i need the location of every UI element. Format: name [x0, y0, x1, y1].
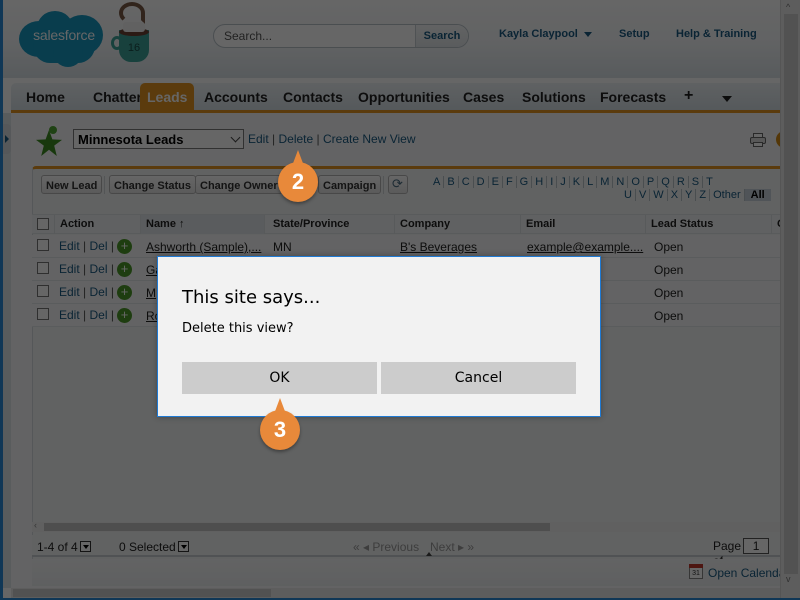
confirm-dialog: This site says... Delete this view? OK C…: [157, 256, 601, 417]
step-callout-3: 3: [260, 398, 300, 450]
ok-button[interactable]: OK: [182, 362, 377, 394]
step-callout-2: 2: [278, 150, 318, 202]
dialog-title: This site says...: [182, 287, 321, 308]
dialog-message: Delete this view?: [182, 321, 294, 336]
cancel-button[interactable]: Cancel: [381, 362, 576, 394]
